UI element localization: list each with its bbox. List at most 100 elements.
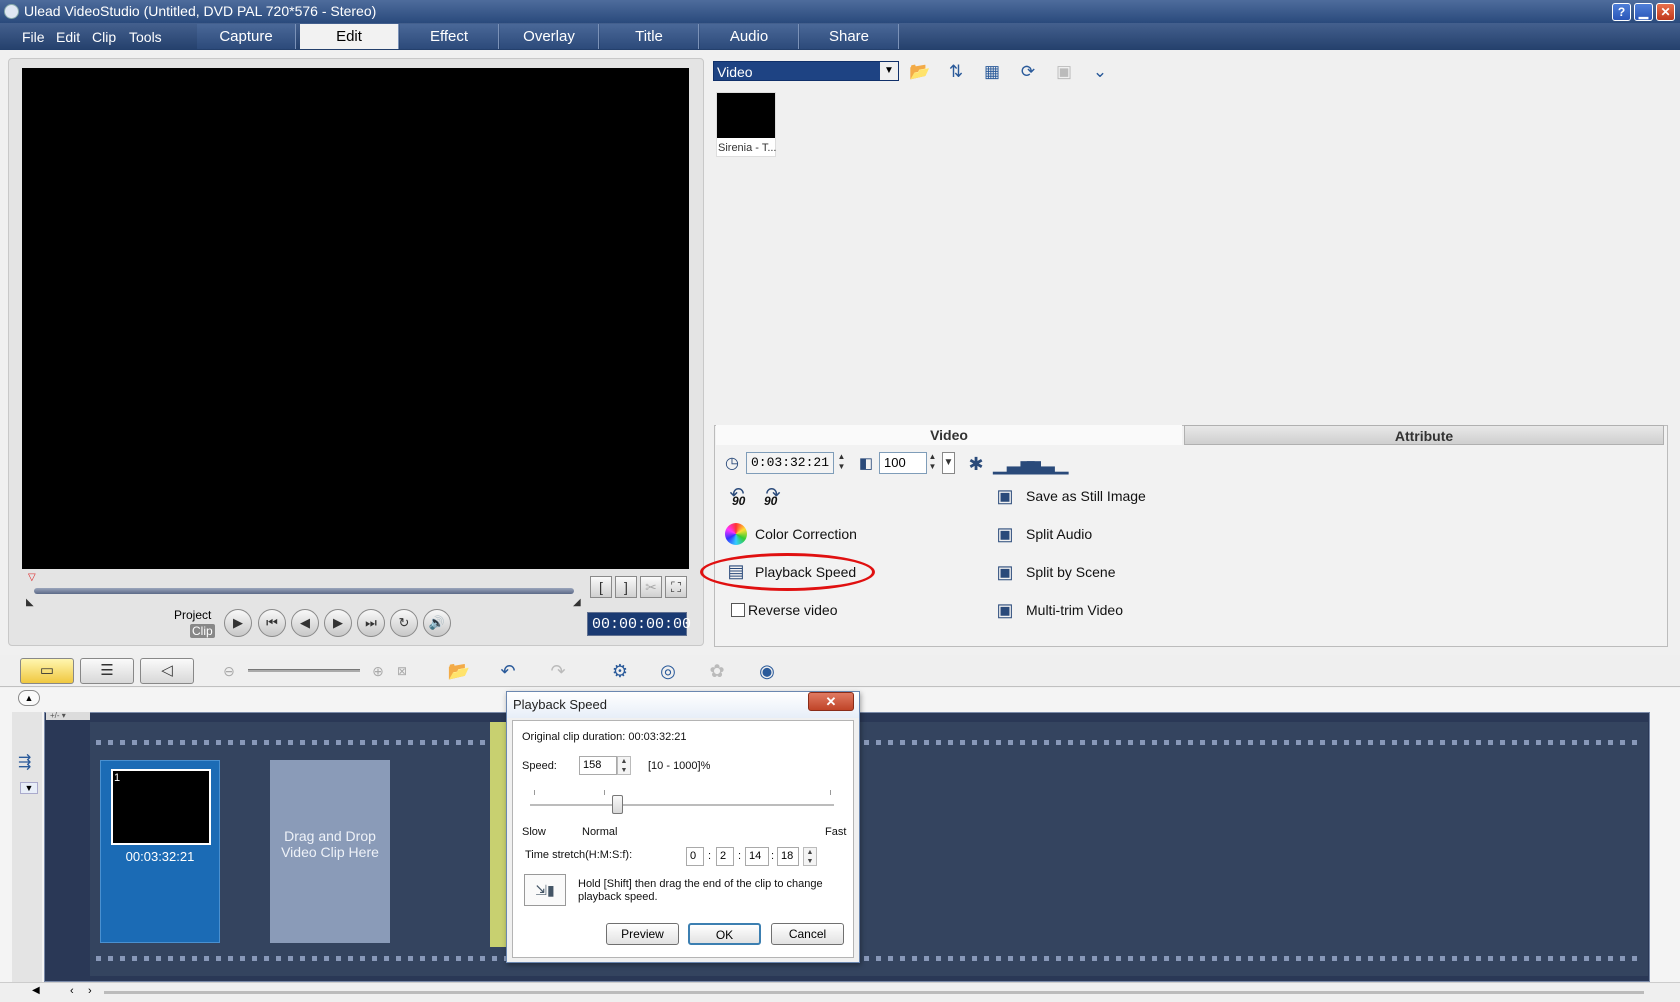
speed-slider-track[interactable] bbox=[530, 804, 834, 806]
tab-audio[interactable]: Audio bbox=[700, 24, 799, 49]
zoom-out-icon[interactable]: ⊖ bbox=[215, 658, 243, 684]
split-scene-icon[interactable]: ▣ bbox=[992, 560, 1018, 584]
duration-spinner[interactable]: ▲ ▼ bbox=[835, 452, 848, 474]
stretch-minutes-input[interactable]: 2 bbox=[716, 847, 734, 866]
tab-effect[interactable]: Effect bbox=[400, 24, 499, 49]
multi-trim-video-button[interactable]: Multi-trim Video bbox=[1026, 602, 1123, 618]
color-correction-button[interactable]: Color Correction bbox=[755, 526, 857, 542]
trim-start-marker[interactable]: ◣ bbox=[26, 597, 34, 608]
duration-field[interactable]: 0:03:32:21 bbox=[746, 452, 834, 474]
cancel-button[interactable]: Cancel bbox=[771, 923, 844, 945]
preview-button[interactable]: Preview bbox=[606, 923, 679, 945]
trim-end-marker[interactable]: ◢ bbox=[573, 597, 581, 608]
help-button[interactable]: ? bbox=[1612, 3, 1631, 21]
tab-attribute[interactable]: Attribute bbox=[1184, 425, 1664, 445]
separator: : bbox=[708, 850, 712, 862]
previous-frame-button[interactable]: ◀ bbox=[291, 609, 319, 637]
dialog-close-button[interactable]: ✕ bbox=[808, 692, 854, 711]
play-button[interactable]: ▶ bbox=[224, 609, 252, 637]
tab-edit[interactable]: Edit bbox=[300, 24, 399, 49]
tab-title[interactable]: Title bbox=[600, 24, 699, 49]
chevron-left-icon[interactable]: ‹ bbox=[70, 985, 74, 997]
minimize-button[interactable]: ▁ bbox=[1634, 3, 1653, 21]
timeline-scrollbar[interactable]: ◀ ‹ › bbox=[0, 982, 1680, 1002]
go-to-start-button[interactable]: ⏮ bbox=[258, 609, 286, 637]
stretch-frames-input[interactable]: 18 bbox=[777, 847, 799, 866]
tab-share[interactable]: Share bbox=[800, 24, 899, 49]
split-audio-icon[interactable]: ▣ bbox=[992, 522, 1018, 546]
storyboard-clip[interactable]: 1 00:03:32:21 bbox=[100, 760, 220, 943]
ripple-edit-icon[interactable]: ✿ bbox=[703, 658, 731, 684]
next-frame-button[interactable]: ▶ bbox=[324, 609, 352, 637]
zoom-slider[interactable] bbox=[248, 669, 360, 672]
split-by-scene-button[interactable]: Split by Scene bbox=[1026, 564, 1116, 580]
stretch-seconds-input[interactable]: 14 bbox=[745, 847, 769, 866]
go-to-end-button[interactable]: ⏭ bbox=[357, 609, 385, 637]
track-manager-icon[interactable]: ⇶ bbox=[18, 752, 31, 772]
tab-video[interactable]: Video bbox=[716, 425, 1182, 445]
volume-dropdown[interactable]: ▼ bbox=[942, 452, 955, 474]
mark-in-button[interactable]: [ bbox=[590, 576, 612, 598]
volume-button[interactable]: 🔊 bbox=[423, 609, 451, 637]
smart-proxy-icon[interactable]: ⚙ bbox=[606, 658, 634, 684]
repeat-button[interactable]: ↻ bbox=[390, 609, 418, 637]
redo-icon[interactable]: ↷ bbox=[544, 658, 572, 684]
split-audio-button[interactable]: Split Audio bbox=[1026, 526, 1092, 542]
scroll-left-icon[interactable]: ◀ bbox=[32, 985, 40, 996]
color-wheel-icon[interactable] bbox=[725, 523, 747, 545]
drop-slot[interactable]: Drag and Drop Video Clip Here bbox=[270, 760, 390, 943]
volume-field[interactable]: 100 bbox=[879, 452, 927, 474]
speed-input[interactable]: 158 bbox=[579, 756, 617, 775]
save-still-icon[interactable]: ▣ bbox=[992, 484, 1018, 508]
batch-convert-icon[interactable]: ◎ bbox=[654, 658, 682, 684]
tab-capture[interactable]: Capture bbox=[197, 24, 296, 49]
save-as-still-image-button[interactable]: Save as Still Image bbox=[1026, 488, 1146, 504]
library-manager-icon[interactable]: ▣ bbox=[1051, 60, 1077, 84]
undo-icon[interactable]: ↶ bbox=[494, 658, 522, 684]
clip-mode-label[interactable]: Clip bbox=[190, 624, 215, 638]
fit-project-icon[interactable]: ⊠ bbox=[388, 658, 416, 684]
storyboard-view-button[interactable]: ▭ bbox=[20, 658, 74, 684]
track-dropdown[interactable]: ▼ bbox=[20, 782, 38, 794]
library-category-select[interactable]: Video ▼ bbox=[713, 61, 899, 81]
playhead-marker[interactable]: ▽ bbox=[28, 572, 42, 583]
enlarge-preview-button[interactable]: ⛶ bbox=[665, 576, 687, 598]
storyboard-header[interactable]: +/- ▾ bbox=[46, 712, 90, 720]
chevron-down-icon[interactable]: ▼ bbox=[880, 62, 898, 80]
tab-overlay[interactable]: Overlay bbox=[500, 24, 599, 49]
mark-out-button[interactable]: ] bbox=[615, 576, 637, 598]
timeline-view-button[interactable]: ☰ bbox=[80, 658, 134, 684]
view-icon[interactable]: ▦ bbox=[979, 60, 1005, 84]
audio-view-button[interactable]: ◁ bbox=[140, 658, 194, 684]
insert-media-icon[interactable]: 📂 bbox=[445, 658, 473, 684]
folder-icon[interactable]: 📂 bbox=[907, 60, 933, 84]
timecode-display[interactable]: 00:00:00:00 bbox=[587, 612, 691, 636]
project-mode-label[interactable]: Project bbox=[174, 608, 211, 622]
speed-spinner[interactable]: ▲ ▼ bbox=[617, 756, 631, 775]
scrubber-bar[interactable] bbox=[34, 588, 574, 594]
library-thumbnail[interactable]: Sirenia - T... bbox=[716, 92, 777, 157]
refresh-icon[interactable]: ⟳ bbox=[1015, 60, 1041, 84]
speed-slider-thumb[interactable] bbox=[612, 795, 623, 814]
menu-clip[interactable]: Clip bbox=[92, 29, 116, 45]
menu-edit[interactable]: Edit bbox=[56, 29, 80, 45]
ok-button[interactable]: OK bbox=[688, 923, 761, 945]
close-button[interactable]: ✕ bbox=[1656, 3, 1675, 21]
fade-in-icon[interactable]: ▁▃▅ bbox=[993, 452, 1035, 476]
reverse-video-checkbox[interactable] bbox=[731, 603, 745, 617]
stretch-spinner[interactable]: ▲ ▼ bbox=[803, 847, 817, 866]
expand-icon[interactable]: ⌄ bbox=[1087, 60, 1113, 84]
stretch-hours-input[interactable]: 0 bbox=[686, 847, 704, 866]
collapse-button[interactable]: ▲ bbox=[18, 690, 40, 706]
scroll-track[interactable] bbox=[104, 991, 1644, 994]
menu-tools[interactable]: Tools bbox=[129, 29, 162, 45]
chevron-right-icon[interactable]: › bbox=[88, 985, 92, 997]
mute-icon[interactable]: ✱ bbox=[963, 452, 989, 476]
sort-icon[interactable]: ⇅ bbox=[943, 60, 969, 84]
multi-trim-icon[interactable]: ▣ bbox=[992, 598, 1018, 622]
fade-out-icon[interactable]: ▅▃▁ bbox=[1027, 452, 1069, 476]
cut-clip-button[interactable]: ✂ bbox=[640, 576, 662, 598]
volume-spinner[interactable]: ▲ ▼ bbox=[926, 452, 939, 474]
auto-music-icon[interactable]: ◉ bbox=[753, 658, 781, 684]
menu-file[interactable]: File bbox=[22, 29, 45, 45]
